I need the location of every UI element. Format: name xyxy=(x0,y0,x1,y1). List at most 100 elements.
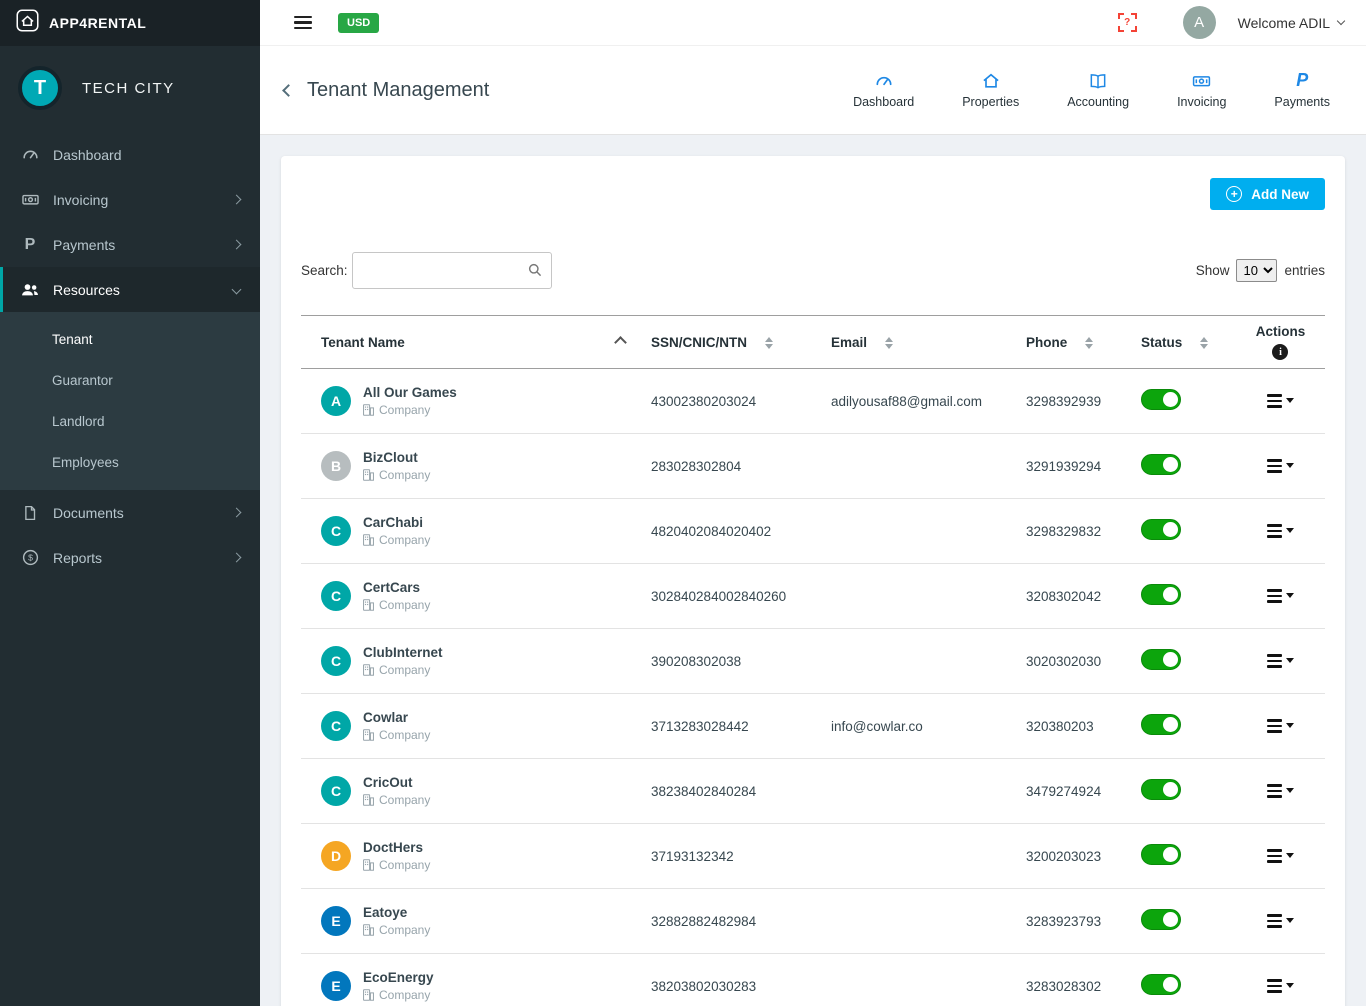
actions-menu-button[interactable] xyxy=(1263,715,1298,736)
tenant-avatar: D xyxy=(321,841,351,871)
quicknav-accounting[interactable]: Accounting xyxy=(1067,71,1129,109)
status-toggle[interactable] xyxy=(1141,714,1181,735)
quicknav-dashboard[interactable]: Dashboard xyxy=(853,71,914,109)
sidebar-item-documents[interactable]: Documents xyxy=(0,490,260,535)
submenu-item-landlord[interactable]: Landlord xyxy=(0,401,260,442)
status-toggle[interactable] xyxy=(1141,454,1181,475)
status-toggle[interactable] xyxy=(1141,909,1181,930)
status-toggle[interactable] xyxy=(1141,389,1181,410)
search-input[interactable] xyxy=(351,252,552,289)
status-toggle[interactable] xyxy=(1141,779,1181,800)
user-menu[interactable]: Welcome ADIL xyxy=(1238,15,1346,31)
tenant-actions-cell xyxy=(1236,845,1325,866)
tenant-phone: 3200203023 xyxy=(1026,848,1102,864)
toggle-knob xyxy=(1163,457,1178,472)
main-column: USD ? A Welcome ADIL Tenant Management D… xyxy=(260,0,1366,1006)
info-icon[interactable]: i xyxy=(1272,344,1289,360)
status-toggle[interactable] xyxy=(1141,584,1181,605)
tenant-ssn: 37193132342 xyxy=(651,848,734,864)
tenant-name-link[interactable]: BizClout xyxy=(363,450,430,465)
sidebar-menu: Dashboard Invoicing P Payments Resources xyxy=(0,132,260,580)
org-section: T TECH CITY xyxy=(0,46,260,132)
hamburger-menu-icon[interactable] xyxy=(294,15,312,30)
sort-icon xyxy=(1200,336,1209,350)
submenu-item-employees[interactable]: Employees xyxy=(0,442,260,483)
caret-down-icon xyxy=(1286,528,1294,534)
quicknav-properties[interactable]: Properties xyxy=(962,71,1019,109)
status-toggle[interactable] xyxy=(1141,974,1181,995)
menu-bars-icon xyxy=(1267,459,1282,473)
tenant-status-cell xyxy=(1141,844,1236,868)
tenant-type-label: Company xyxy=(379,728,431,742)
tenant-name-cell: D DoctHers Company xyxy=(301,840,651,872)
tenant-actions-cell xyxy=(1236,715,1325,736)
table-row: D DoctHers Company 37193132342 320020302… xyxy=(301,824,1325,889)
sidebar-item-reports[interactable]: $ Reports xyxy=(0,535,260,580)
actions-menu-button[interactable] xyxy=(1263,975,1298,996)
sidebar-item-payments[interactable]: P Payments xyxy=(0,222,260,267)
tenant-ssn: 38238402840284 xyxy=(651,783,757,799)
chevron-right-icon xyxy=(231,194,242,205)
tenant-name-link[interactable]: CarChabi xyxy=(363,515,430,530)
app-root: APP4RENTAL T TECH CITY Dashboard Invoici… xyxy=(0,0,1366,1006)
menu-bars-icon xyxy=(1267,784,1282,798)
table-body: A All Our Games Company 43002380203024 a… xyxy=(301,369,1325,1006)
submenu-label: Guarantor xyxy=(52,373,113,388)
column-header-email[interactable]: Email xyxy=(831,335,1026,350)
company-building-icon xyxy=(363,989,374,1001)
column-header-name[interactable]: Tenant Name xyxy=(301,335,651,350)
actions-menu-button[interactable] xyxy=(1263,780,1298,801)
submenu-item-guarantor[interactable]: Guarantor xyxy=(0,360,260,401)
column-header-ssn[interactable]: SSN/CNIC/NTN xyxy=(651,335,831,350)
fullscreen-scan-icon[interactable]: ? xyxy=(1117,13,1137,32)
sidebar-item-label: Payments xyxy=(53,236,116,253)
actions-menu-button[interactable] xyxy=(1263,845,1298,866)
status-toggle[interactable] xyxy=(1141,844,1181,865)
back-button[interactable] xyxy=(282,83,295,97)
brand-name: APP4RENTAL xyxy=(49,15,147,31)
actions-menu-button[interactable] xyxy=(1263,650,1298,671)
actions-menu-button[interactable] xyxy=(1263,390,1298,411)
tenant-name-link[interactable]: DoctHers xyxy=(363,840,430,855)
tenant-name-cell: A All Our Games Company xyxy=(301,385,651,417)
tenant-name-link[interactable]: All Our Games xyxy=(363,385,457,400)
currency-badge[interactable]: USD xyxy=(338,12,380,33)
sidebar-item-resources[interactable]: Resources xyxy=(0,267,260,312)
tenant-name-link[interactable]: CertCars xyxy=(363,580,430,595)
table-row: C CarChabi Company 4820402084020402 3298… xyxy=(301,499,1325,564)
actions-menu-button[interactable] xyxy=(1263,520,1298,541)
table-row: A All Our Games Company 43002380203024 a… xyxy=(301,369,1325,434)
submenu-item-tenant[interactable]: Tenant xyxy=(0,319,260,360)
entries-select[interactable]: 10 xyxy=(1236,259,1278,282)
org-logo: T xyxy=(18,66,62,110)
quicknav-invoicing[interactable]: Invoicing xyxy=(1177,71,1226,109)
column-header-phone[interactable]: Phone xyxy=(1026,335,1141,350)
sidebar-item-label: Reports xyxy=(53,549,103,566)
actions-menu-button[interactable] xyxy=(1263,910,1298,931)
home-icon xyxy=(981,71,1001,91)
actions-menu-button[interactable] xyxy=(1263,585,1298,606)
tenant-type: Company xyxy=(363,858,430,872)
tenant-type: Company xyxy=(363,598,430,612)
quicknav-payments[interactable]: P Payments xyxy=(1274,70,1330,109)
actions-menu-button[interactable] xyxy=(1263,455,1298,476)
tenant-name-link[interactable]: CricOut xyxy=(363,775,430,790)
status-toggle[interactable] xyxy=(1141,519,1181,540)
tenant-name-cell: B BizClout Company xyxy=(301,450,651,482)
tenant-name-link[interactable]: Eatoye xyxy=(363,905,430,920)
tenant-card: + Add New Search: Show 10 entries Tenant… xyxy=(281,156,1345,1006)
sidebar-item-invoicing[interactable]: Invoicing xyxy=(0,177,260,222)
toggle-knob xyxy=(1163,847,1178,862)
tenant-name-link[interactable]: ClubInternet xyxy=(363,645,443,660)
tenant-type-label: Company xyxy=(379,598,431,612)
company-building-icon xyxy=(363,599,374,611)
status-toggle[interactable] xyxy=(1141,649,1181,670)
sidebar-item-label: Dashboard xyxy=(53,146,122,163)
add-new-button[interactable]: + Add New xyxy=(1210,178,1325,210)
org-name: TECH CITY xyxy=(82,79,175,97)
tenant-name-link[interactable]: EcoEnergy xyxy=(363,970,434,985)
user-avatar[interactable]: A xyxy=(1182,6,1216,39)
tenant-name-link[interactable]: Cowlar xyxy=(363,710,430,725)
sidebar-item-dashboard[interactable]: Dashboard xyxy=(0,132,260,177)
column-header-status[interactable]: Status xyxy=(1141,335,1236,350)
